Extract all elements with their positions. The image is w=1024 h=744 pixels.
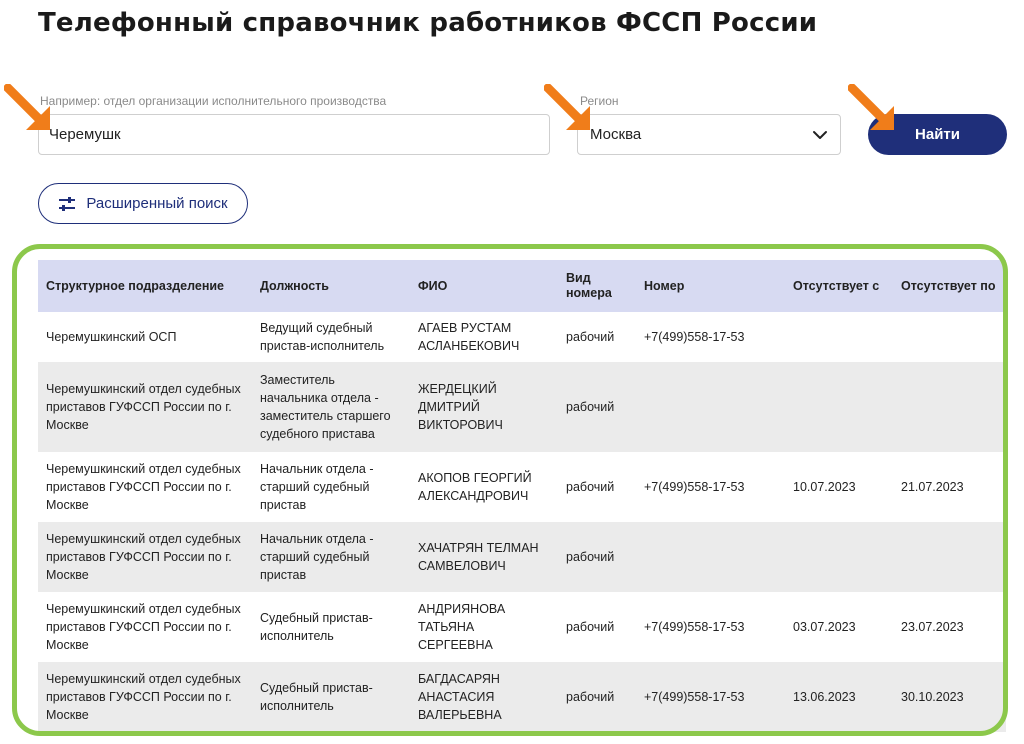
column-header[interactable]: ФИО (410, 260, 558, 312)
cell-department: Черемушкинский отдел судебных приставов … (46, 672, 241, 722)
cell-absent-from: 03.07.2023 (793, 620, 856, 634)
cell-number-type: рабочий (566, 690, 615, 704)
cell-absent-to (893, 522, 1006, 592)
cell-phone[interactable]: +7(499)558-17-53 (636, 312, 785, 362)
cell-department: Черемушкинский отдел судебных приставов … (46, 462, 241, 512)
table-row: Черемушкинский отдел судебных приставов … (38, 362, 1006, 452)
cell-position: Начальник отдела - старший судебный прис… (260, 532, 374, 582)
column-header[interactable]: Номер (636, 260, 785, 312)
region-select-value: Москва (590, 126, 642, 143)
cell-position: Судебный пристав-исполнитель (260, 611, 373, 643)
cell-full-name: АГАЕВ РУСТАМ АСЛАНБЕКОВИЧ (418, 321, 520, 353)
cell-full-name: ХАЧАТРЯН ТЕЛМАН САМВЕЛОВИЧ (418, 541, 539, 573)
cell-full-name: АКОПОВ ГЕОРГИЙ АЛЕКСАНДРОВИЧ (418, 471, 532, 503)
orange-arrow-icon (544, 84, 590, 130)
cell-absent-to: 23.07.2023 (901, 620, 964, 634)
cell-absent-to: 21.07.2023 (901, 480, 964, 494)
orange-arrow-icon (4, 84, 50, 130)
cell-absent-from: 13.06.2023 (793, 690, 856, 704)
query-input[interactable] (38, 114, 550, 155)
cell-absent-to: 30.10.2023 (901, 690, 964, 704)
cell-position: Заместитель начальника отдела - заместит… (260, 373, 391, 441)
cell-absent-from: 10.07.2023 (793, 480, 856, 494)
cell-absent-from (785, 362, 893, 452)
query-field-label: Например: отдел организации исполнительн… (40, 94, 387, 108)
column-header[interactable]: Структурное подразделение (38, 260, 252, 312)
column-header[interactable]: Отсутствует по (893, 260, 1006, 312)
cell-number-type: рабочий (566, 480, 615, 494)
table-row: Черемушкинский отдел судебных приставов … (38, 522, 1006, 592)
table-header-row: Структурное подразделение Должность ФИО … (38, 260, 1006, 312)
results-table: Структурное подразделение Должность ФИО … (38, 260, 1006, 732)
region-select[interactable]: Москва (577, 114, 841, 155)
chevron-down-icon (813, 130, 827, 139)
column-header[interactable]: Вид номера (558, 260, 636, 312)
cell-full-name: БАГДАСАРЯН АНАСТАСИЯ ВАЛЕРЬЕВНА (418, 672, 502, 722)
cell-department: Черемушкинский отдел судебных приставов … (46, 602, 241, 652)
table-row: Черемушкинский отдел судебных приставов … (38, 592, 1006, 662)
column-header[interactable]: Должность (252, 260, 410, 312)
cell-absent-from (785, 522, 893, 592)
advanced-search-button[interactable]: Расширенный поиск (38, 183, 248, 224)
cell-department: Черемушкинский отдел судебных приставов … (46, 382, 241, 432)
cell-position: Ведущий судебный пристав-исполнитель (260, 321, 385, 353)
cell-number-type: рабочий (566, 550, 615, 564)
cell-department: Черемушкинский отдел судебных приставов … (46, 532, 241, 582)
table-row: Черемушкинский ОСП Ведущий судебный прис… (38, 312, 1006, 362)
cell-absent-from (785, 312, 893, 362)
cell-absent-to (893, 312, 1006, 362)
advanced-search-label: Расширенный поиск (86, 195, 228, 212)
table-row: Черемушкинский отдел судебных приставов … (38, 662, 1006, 732)
cell-phone[interactable] (636, 522, 785, 592)
cell-number-type: рабочий (566, 400, 615, 414)
orange-arrow-icon (848, 84, 894, 130)
cell-phone[interactable]: +7(499)558-17-53 (636, 452, 785, 522)
cell-phone[interactable] (636, 362, 785, 452)
cell-phone[interactable]: +7(499)558-17-53 (636, 662, 785, 732)
cell-phone[interactable]: +7(499)558-17-53 (636, 592, 785, 662)
cell-absent-to (893, 362, 1006, 452)
table-row: Черемушкинский отдел судебных приставов … (38, 452, 1006, 522)
cell-number-type: рабочий (566, 620, 615, 634)
cell-department: Черемушкинский ОСП (46, 330, 177, 344)
page-title: Телефонный справочник работников ФССП Ро… (38, 8, 818, 38)
column-header[interactable]: Отсутствует с (785, 260, 893, 312)
cell-position: Судебный пристав-исполнитель (260, 681, 373, 713)
sliders-icon (59, 196, 76, 211)
cell-number-type: рабочий (566, 330, 615, 344)
cell-full-name: ЖЕРДЕЦКИЙ ДМИТРИЙ ВИКТОРОВИЧ (418, 382, 503, 432)
cell-full-name: АНДРИЯНОВА ТАТЬЯНА СЕРГЕЕВНА (418, 602, 506, 652)
cell-position: Начальник отдела - старший судебный прис… (260, 462, 374, 512)
